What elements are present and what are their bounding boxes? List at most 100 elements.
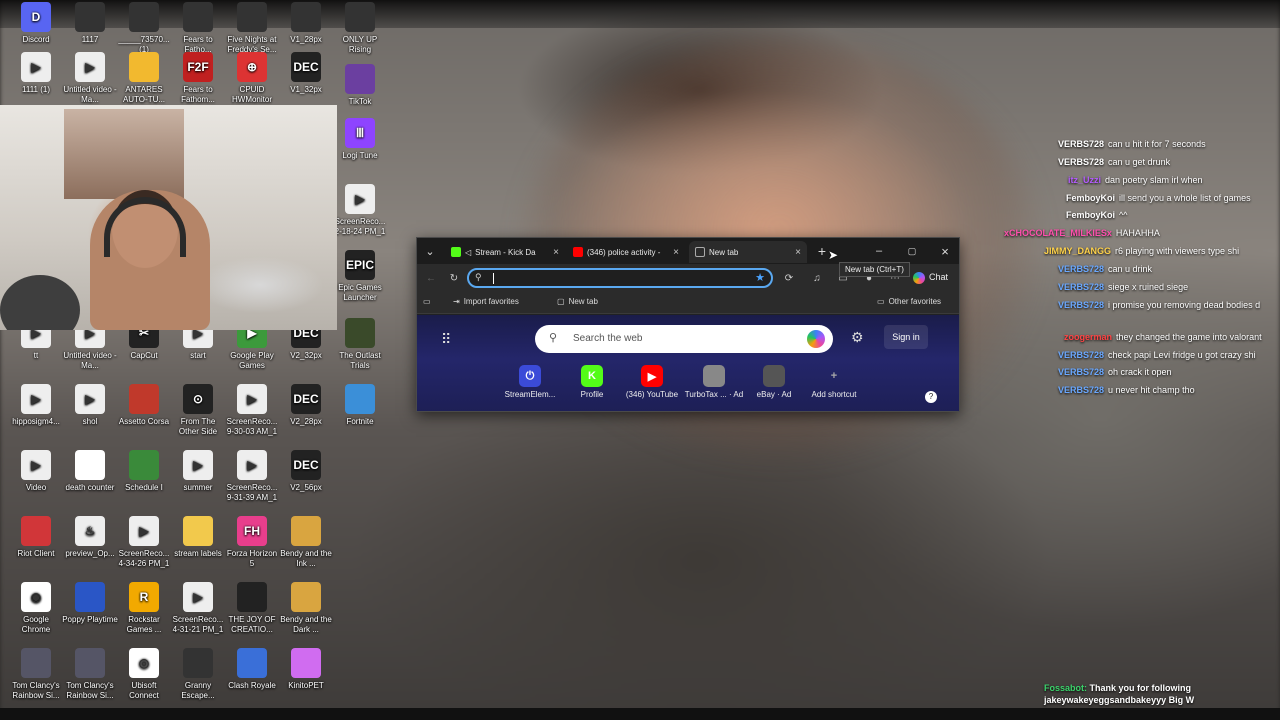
desktop-icon[interactable]: KinitoPET <box>278 648 334 691</box>
tab-actions-chevron-icon[interactable]: ⌄ <box>419 242 441 260</box>
desktop-icon[interactable]: ▶ Video <box>8 450 64 493</box>
desktop-icon[interactable]: ⊕ CPUID HWMonitor <box>224 52 280 105</box>
desktop-icon[interactable]: Assetto Corsa <box>116 384 172 427</box>
desktop-icon[interactable]: ▶ ScreenReco... 9-31-39 AM_1 <box>224 450 280 503</box>
other-favorites-button[interactable]: ▭ Other favorites <box>877 297 941 306</box>
desktop-icon[interactable]: ⊙ From The Other Side <box>170 384 226 437</box>
import-favorites-button[interactable]: ⇥ Import favorites <box>453 297 519 306</box>
desktop-icon[interactable]: ▶ shol <box>62 384 118 427</box>
desktop-icon-label: ScreenReco... 4-31-21 PM_1 <box>172 615 224 634</box>
tab-youtube[interactable]: (346) police activity - × <box>567 241 685 263</box>
desktop-icon[interactable]: EPIC Epic Games Launcher <box>332 250 388 303</box>
desktop-icon[interactable]: Granny Escape... <box>170 648 226 701</box>
apps-grid-icon[interactable]: ⠿ <box>441 331 451 348</box>
chat-text: oh crack it open <box>1108 367 1172 377</box>
chat-message: VERBS728 oh crack it open <box>1058 367 1172 377</box>
read-aloud-icon[interactable]: ♫ <box>809 270 825 286</box>
sign-in-button[interactable]: Sign in <box>884 325 928 349</box>
favorites-folder-icon[interactable]: ▭ <box>423 297 431 306</box>
follow-text: Thank you for following <box>1089 683 1192 693</box>
app-icon <box>345 318 375 348</box>
maximize-button[interactable]: ▢ <box>901 242 923 260</box>
refresh-icon[interactable]: ↻ <box>446 270 462 286</box>
desktop-icon[interactable]: Poppy Playtime <box>62 582 118 625</box>
close-tab-icon[interactable]: × <box>553 247 559 258</box>
chat-message: FemboyKoi ill send you a whole list of ga… <box>1066 193 1251 203</box>
extension-icon[interactable]: ⟳ <box>781 270 797 286</box>
desktop-icon[interactable]: ▶ summer <box>170 450 226 493</box>
desktop-icon[interactable]: ONLY UP Rising <box>332 2 388 55</box>
desktop-icon[interactable]: Five Nights at Freddy's Se... <box>224 2 280 55</box>
desktop-icon[interactable]: ♨ preview_Op... <box>62 516 118 559</box>
desktop-icon[interactable]: R Rockstar Games ... <box>116 582 172 635</box>
address-bar[interactable]: ⚲ ★ <box>467 268 773 288</box>
desktop-icon[interactable]: DEC V2_28px <box>278 384 334 427</box>
desktop-icon[interactable]: ◎ Ubisoft Connect <box>116 648 172 701</box>
desktop-icon[interactable]: Ⅲ Logi Tune <box>332 118 388 161</box>
desktop-icon[interactable]: TikTok <box>332 64 388 107</box>
desktop-icon[interactable]: Bendy and the Dark ... <box>278 582 334 635</box>
copilot-icon[interactable] <box>913 272 925 284</box>
help-icon[interactable]: ? <box>925 391 937 403</box>
favorite-star-icon[interactable]: ★ <box>755 271 765 284</box>
desktop-icon-label: CPUID HWMonitor <box>231 85 272 104</box>
desktop-icon[interactable]: ▶ ScreenReco... 4-34-26 PM_1 <box>116 516 172 569</box>
desktop-icon[interactable]: ▶ ScreenReco... 2-18-24 PM_1 <box>332 184 388 237</box>
quick-link[interactable]: ⏻ StreamElem... <box>499 365 561 399</box>
chat-text: HAHAHHA <box>1115 228 1160 238</box>
desktop-icon[interactable]: THE JOY OF CREATIO... <box>224 582 280 635</box>
desktop-icon[interactable]: Tom Clancy's Rainbow Si... <box>8 648 64 701</box>
desktop-icon[interactable]: _____73570... (1) <box>116 2 172 55</box>
quick-link[interactable]: TurboTax ... · Ad <box>683 365 745 399</box>
desktop-icon-label: shol <box>82 417 98 426</box>
desktop-icon[interactable]: stream labels <box>170 516 226 559</box>
desktop-icon[interactable]: FH Forza Horizon 5 <box>224 516 280 569</box>
desktop-icon[interactable]: ▶ Untitled video - Ma... <box>62 52 118 105</box>
desktop-icon[interactable]: D Discord <box>8 2 64 45</box>
quick-link[interactable]: + Add shortcut <box>803 365 865 399</box>
desktop-icon[interactable]: DEC V1_32px <box>278 52 334 95</box>
desktop-icon[interactable]: ANTARES AUTO-TU... <box>116 52 172 105</box>
desktop-icon[interactable]: Clash Royale <box>224 648 280 691</box>
desktop-icon[interactable]: ▶ 1111 (1) <box>8 52 64 95</box>
quick-link-icon <box>703 365 725 387</box>
close-tab-icon[interactable]: × <box>673 247 679 258</box>
desktop-icon[interactable]: Tom Clancy's Rainbow Si... <box>62 648 118 701</box>
gear-icon[interactable]: ⚙ <box>851 329 864 346</box>
app-icon <box>21 648 51 678</box>
desktop-icon[interactable]: Fears to Fatho... <box>170 2 226 55</box>
desktop-icon[interactable]: ▶ ScreenReco... 4-31-21 PM_1 <box>170 582 226 635</box>
desktop-icon[interactable]: death counter <box>62 450 118 493</box>
quick-link[interactable]: ▶ (346) YouTube <box>621 365 683 399</box>
back-icon[interactable]: ← <box>423 270 439 286</box>
desktop-icon[interactable]: Fortnite <box>332 384 388 427</box>
desktop-icon[interactable]: V1_28px <box>278 2 334 45</box>
app-icon: EPIC <box>345 250 375 280</box>
app-icon: DEC <box>291 384 321 414</box>
desktop-icon[interactable]: ◉ Google Chrome <box>8 582 64 635</box>
desktop-icon[interactable]: ▶ ScreenReco... 9-30-03 AM_1 <box>224 384 280 437</box>
quick-link[interactable]: eBay · Ad <box>743 365 805 399</box>
desktop-icon[interactable]: 1117 <box>62 2 118 45</box>
minimize-button[interactable]: – <box>868 242 890 260</box>
app-icon: FH <box>237 516 267 546</box>
desktop-icon[interactable]: DEC V2_56px <box>278 450 334 493</box>
web-search-box[interactable]: ⚲ Search the web <box>535 325 833 353</box>
quick-link[interactable]: K Profile <box>561 365 623 399</box>
desktop-icon[interactable]: Riot Client <box>8 516 64 559</box>
favorite-new-tab[interactable]: ▢ New tab <box>557 297 598 306</box>
chat-button[interactable]: Chat <box>929 272 948 282</box>
desktop-icon[interactable]: Bendy and the Ink ... <box>278 516 334 569</box>
copilot-icon[interactable] <box>807 330 825 348</box>
close-window-button[interactable]: × <box>934 242 956 260</box>
tab-new-tab[interactable]: New tab × <box>689 241 807 263</box>
chat-message: zoogerman they changed the game into valo… <box>1064 332 1262 342</box>
kick-icon <box>451 247 461 257</box>
address-input[interactable] <box>489 271 729 286</box>
close-tab-icon[interactable]: × <box>795 247 801 258</box>
desktop-icon[interactable]: F2F Fears to Fathom... <box>170 52 226 105</box>
desktop-icon[interactable]: ▶ hipposigm4... <box>8 384 64 427</box>
desktop-icon[interactable]: Schedule I <box>116 450 172 493</box>
desktop-icon[interactable]: The Outlast Trials <box>332 318 388 371</box>
tab-kick-stream[interactable]: ◁ Stream - Kick Da × <box>445 241 565 263</box>
